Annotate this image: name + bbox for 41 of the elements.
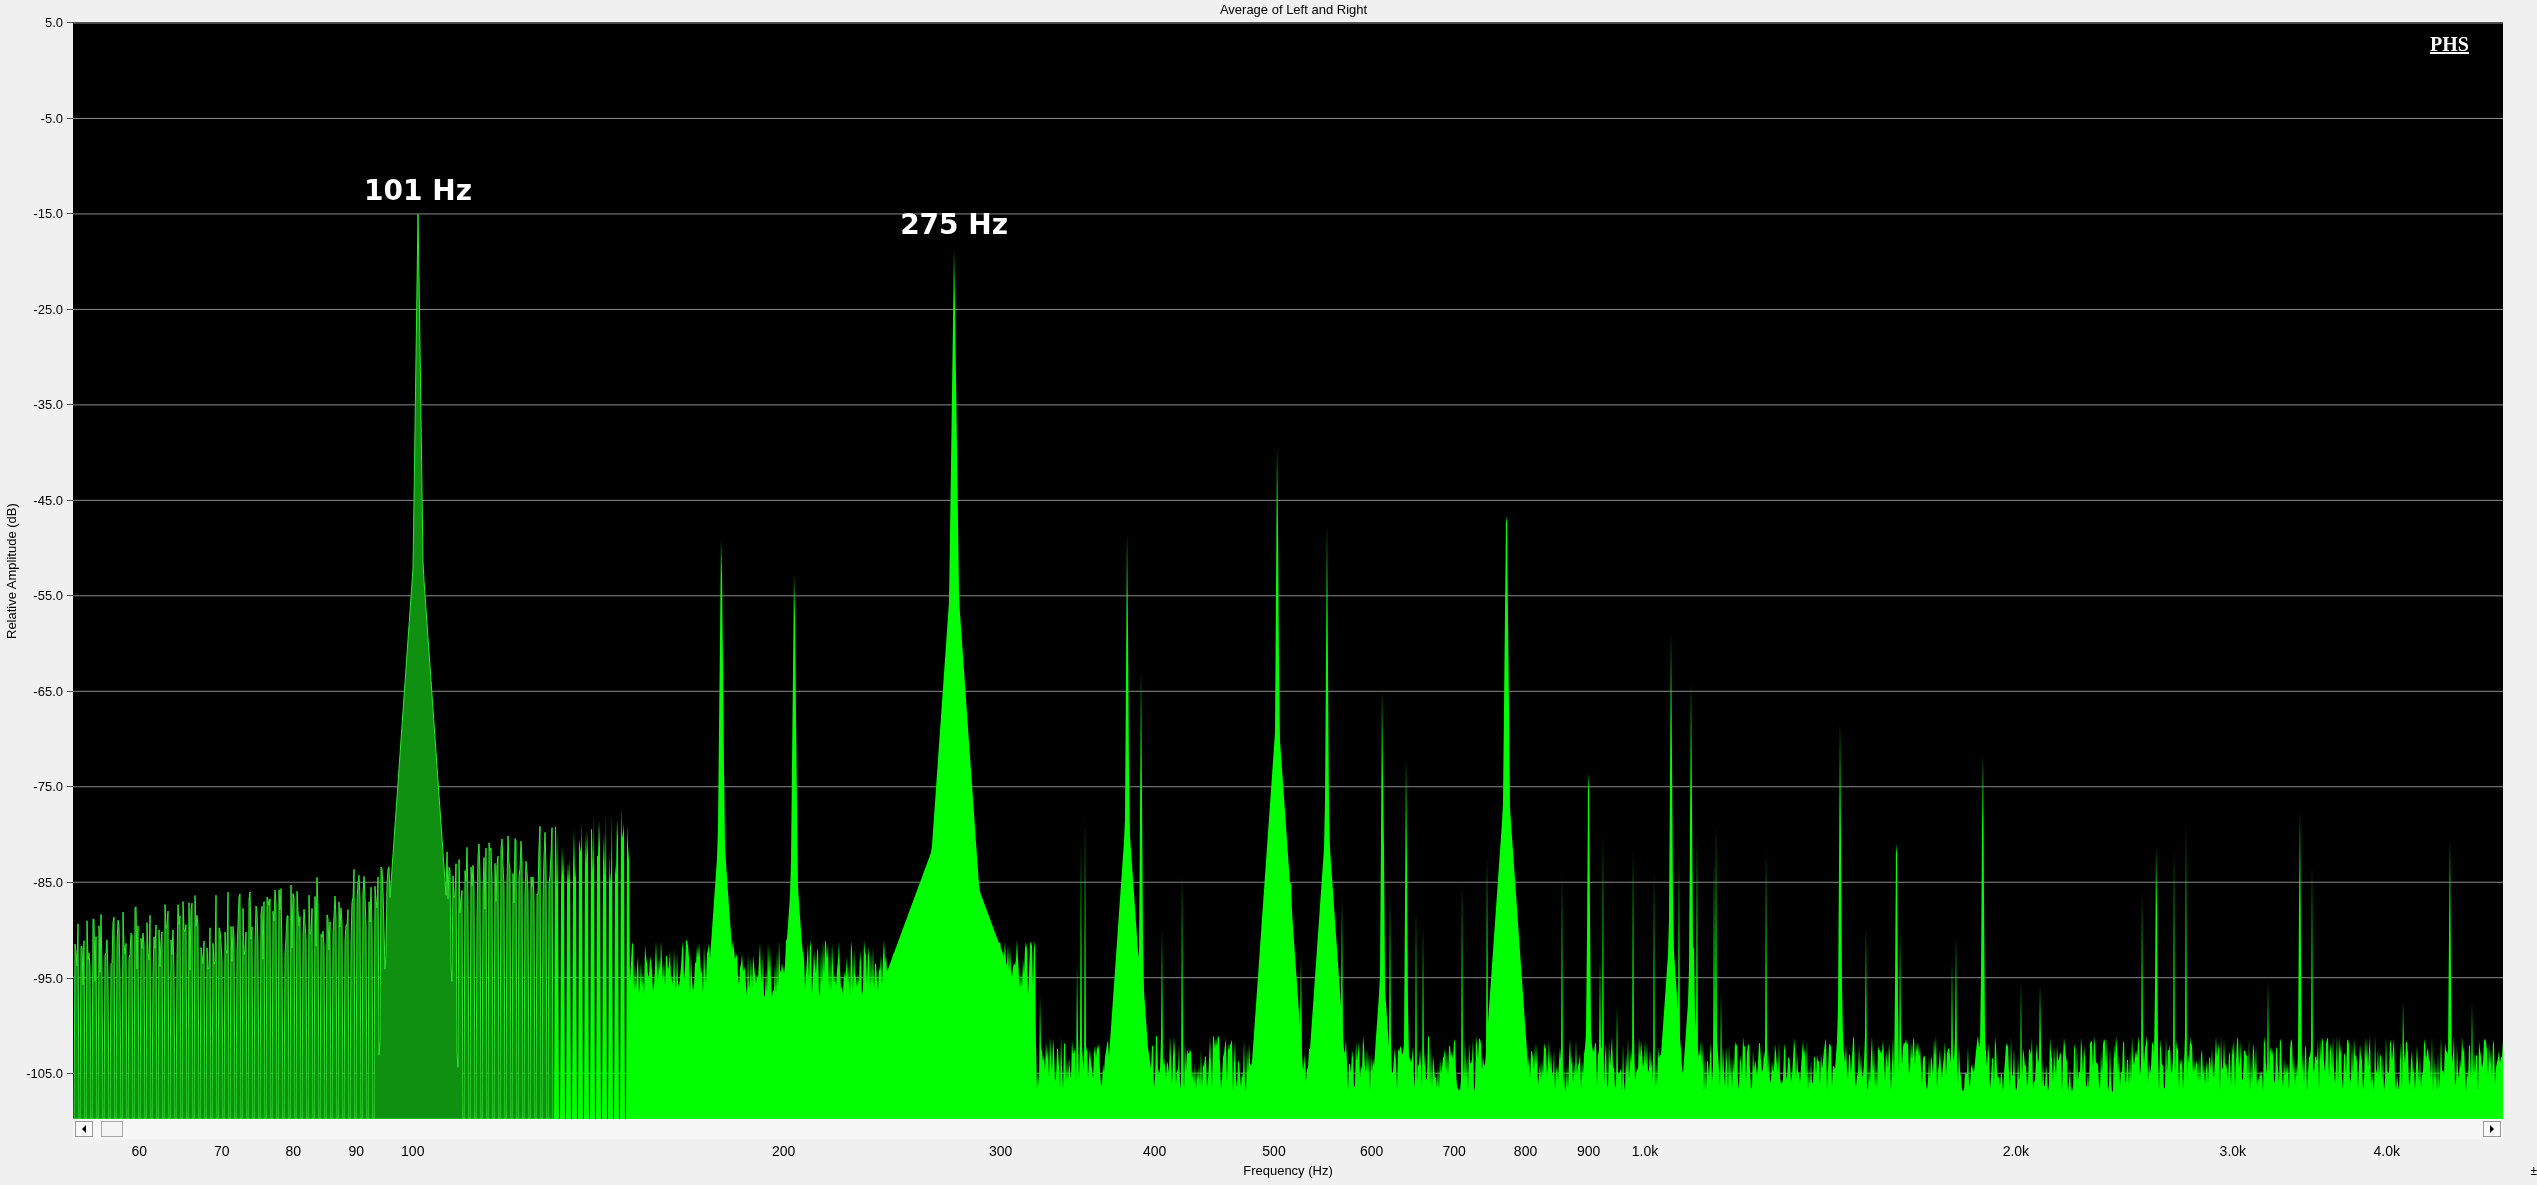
window-title: Average of Left and Right	[1218, 1, 1369, 19]
axis-label: Frequency (Hz)	[1242, 1163, 1334, 1180]
tick-label: -25.0	[33, 301, 63, 317]
tick-label: -35.0	[33, 396, 63, 412]
tick-label: 400	[1142, 1143, 1167, 1159]
tick-label: -85.0	[33, 874, 63, 890]
tick-label: -105.0	[26, 1065, 63, 1081]
tick-label: 5.0	[44, 14, 63, 30]
tick-label: -55.0	[33, 587, 63, 603]
scroll-right-button[interactable]	[2483, 1121, 2501, 1137]
scroll-thumb[interactable]	[101, 1121, 123, 1137]
tick-label: 500	[1262, 1143, 1286, 1159]
tick-label: -15.0	[33, 205, 63, 221]
left-arrow-icon	[82, 1125, 86, 1133]
tick-label: 600	[1359, 1143, 1384, 1159]
tick-label: -65.0	[33, 683, 63, 699]
tick-label: -95.0	[33, 970, 63, 986]
tick-label: 70	[214, 1143, 230, 1159]
logo: PHS	[2430, 33, 2469, 56]
tick-label: 900	[1576, 1143, 1601, 1159]
axis-label: Relative Amplitude (dB)	[4, 501, 19, 641]
tick-label: -45.0	[33, 492, 63, 508]
tick-label: 4.0k	[2373, 1143, 2401, 1159]
tick-label: 1.0k	[1631, 1143, 1659, 1159]
tick-label: 90	[348, 1143, 365, 1159]
tick-label: 80	[285, 1143, 302, 1159]
tick-label: 3.0k	[2219, 1143, 2247, 1159]
corner-mark: ±	[2529, 1163, 2537, 1180]
tick-label: 200	[772, 1143, 796, 1159]
tick-label: 300	[989, 1143, 1013, 1159]
peak-label: 101 Hz	[364, 174, 473, 210]
tick-label: 100	[401, 1143, 425, 1159]
tick-label: 2.0k	[2002, 1143, 2030, 1159]
tick-label: 60	[131, 1143, 148, 1159]
right-arrow-icon	[2490, 1125, 2494, 1133]
tick-label: 700	[1442, 1143, 1466, 1159]
tick-label: 800	[1513, 1143, 1538, 1159]
scroll-left-button[interactable]	[75, 1121, 93, 1137]
tick-label: -5.0	[40, 110, 63, 126]
peak-label: 275 Hz	[900, 207, 1009, 243]
tick-label: -75.0	[33, 778, 63, 794]
